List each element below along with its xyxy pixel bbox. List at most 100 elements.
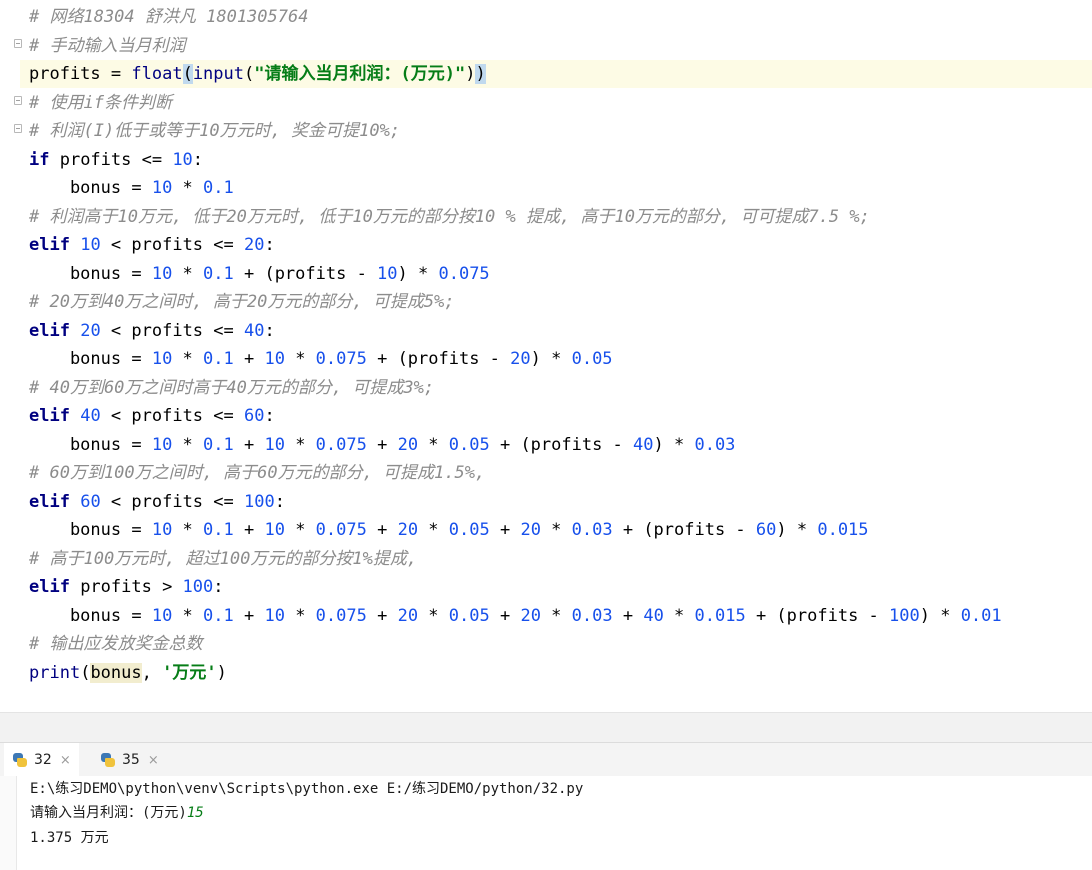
code-token: 100 — [182, 577, 214, 597]
code-token: * — [418, 605, 449, 626]
code-line-text: # 40万到60万之间时高于40万元的部分, 可提成3%; — [29, 374, 434, 402]
code-token: < profits <= — [100, 406, 244, 426]
console-prompt-line: 请输入当月利润：(万元)15 — [30, 801, 204, 825]
code-line-text: bonus = 10 * 0.1 + 10 * 0.075 + 20 * 0.0… — [29, 516, 869, 544]
code-token: 20 — [520, 520, 541, 540]
code-line[interactable]: # 输出应发放奖金总数 — [20, 630, 1092, 658]
run-tool-window-tabs: 32 × 35 × — [0, 742, 1092, 779]
code-token: ) * — [397, 263, 439, 284]
code-token: : — [264, 320, 275, 341]
python-file-icon — [100, 752, 116, 768]
run-console[interactable]: E:\练习DEMO\python\venv\Scripts\python.exe… — [0, 776, 1092, 870]
code-line[interactable]: bonus = 10 * 0.1 + 10 * 0.075 + 20 * 0.0… — [20, 431, 1092, 459]
code-token: elif — [29, 491, 70, 512]
code-token: # 手动输入当月利润 — [29, 35, 186, 56]
console-gutter — [0, 776, 17, 870]
code-token: 0.03 — [571, 605, 613, 626]
code-line[interactable]: # 60万到100万之间时, 高于60万元的部分, 可提成1.5%, — [20, 459, 1092, 487]
code-token: 0.05 — [448, 520, 490, 540]
code-token: bonus = — [29, 520, 152, 540]
code-token: * — [284, 349, 316, 369]
code-token: bonus = — [29, 349, 152, 369]
code-line-text: # 手动输入当月利润 — [29, 32, 185, 60]
code-token: 40 — [643, 605, 664, 626]
code-line[interactable]: bonus = 10 * 0.1 + (profits - 10) * 0.07… — [20, 260, 1092, 288]
code-line[interactable]: # 40万到60万之间时高于40万元的部分, 可提成3%; — [20, 374, 1092, 402]
code-token: 40 — [243, 320, 265, 341]
code-token: 10 — [264, 434, 285, 455]
run-tab-35[interactable]: 35 × — [92, 743, 167, 777]
code-token: * — [172, 605, 204, 626]
code-line[interactable]: # 利润(I)低于或等于10万元时, 奖金可提10%; — [20, 117, 1092, 145]
code-line[interactable]: elif 20 < profits <= 40: — [20, 317, 1092, 345]
code-token: # 40万到60万之间时高于40万元的部分, 可提成3%; — [29, 377, 435, 398]
code-token: : — [264, 406, 275, 426]
code-line[interactable]: # 网络18304 舒洪凡 1801305764 — [20, 3, 1092, 31]
code-token: 0.1 — [203, 178, 234, 198]
code-line[interactable]: profits = float(input("请输入当月利润：(万元)")) — [20, 60, 1092, 88]
code-line[interactable]: bonus = 10 * 0.1 + 10 * 0.075 + (profits… — [20, 345, 1092, 373]
code-line[interactable]: # 高于100万元时, 超过100万元的部分按1%提成, — [20, 545, 1092, 573]
code-token: 0.03 — [694, 434, 736, 455]
code-line-text: # 20万到40万之间时, 高于20万元的部分, 可提成5%; — [29, 288, 455, 316]
code-token: "请输入当月利润：(万元)" — [254, 64, 466, 84]
code-token: # 60万到100万之间时, 高于60万元的部分, 可提成1.5%, — [29, 463, 486, 483]
code-line[interactable]: bonus = 10 * 0.1 + 10 * 0.075 + 20 * 0.0… — [20, 602, 1092, 630]
code-editor[interactable]: # 网络18304 舒洪凡 1801305764 # 手动输入当月利润 profit… — [0, 0, 1092, 712]
code-token: + — [366, 434, 398, 455]
code-token: * — [284, 605, 316, 626]
code-line-text: # 60万到100万之间时, 高于60万元的部分, 可提成1.5%, — [29, 459, 485, 487]
code-token: + — [366, 605, 398, 626]
code-line[interactable]: bonus = 10 * 0.1 — [20, 174, 1092, 202]
code-line[interactable]: print(bonus, '万元') — [20, 659, 1092, 687]
code-line[interactable]: elif 10 < profits <= 20: — [20, 231, 1092, 259]
code-token: ) — [216, 662, 227, 683]
code-token: ) — [475, 64, 486, 84]
code-token: # 利润(I)低于或等于10万元时, 奖金可提10%; — [29, 121, 401, 141]
code-token: 10 — [151, 520, 173, 540]
code-line-text: elif 40 < profits <= 60: — [29, 402, 275, 430]
code-line[interactable]: # 利润高于10万元, 低于20万元时, 低于10万元的部分按10 % 提成, … — [20, 203, 1092, 231]
code-token: 10 — [377, 263, 398, 284]
code-line[interactable]: if profits <= 10: — [20, 146, 1092, 174]
close-icon[interactable]: × — [148, 753, 159, 768]
code-token: profits — [29, 64, 101, 84]
code-line-text: bonus = 10 * 0.1 + 10 * 0.075 + (profits… — [29, 345, 613, 373]
code-token: 20 — [397, 520, 419, 540]
code-line-text: if profits <= 10: — [29, 146, 203, 174]
code-token: ) * — [530, 349, 572, 369]
code-token: 0.1 — [203, 434, 234, 455]
code-line[interactable]: elif 60 < profits <= 100: — [20, 488, 1092, 516]
console-command-line: E:\练习DEMO\python\venv\Scripts\python.exe… — [30, 781, 584, 797]
code-token: * — [663, 605, 695, 626]
code-token: 0.015 — [817, 520, 869, 540]
code-line[interactable]: # 使用if条件判断 — [20, 89, 1092, 117]
code-token: 40 — [80, 406, 101, 426]
code-line[interactable]: # 20万到40万之间时, 高于20万元的部分, 可提成5%; — [20, 288, 1092, 316]
editor-gutter — [0, 0, 22, 712]
code-line-text: # 利润高于10万元, 低于20万元时, 低于10万元的部分按10 % 提成, … — [29, 203, 870, 231]
code-line[interactable]: elif 40 < profits <= 60: — [20, 402, 1092, 430]
code-token: 10 — [151, 263, 173, 284]
code-line-text: elif 60 < profits <= 100: — [29, 488, 285, 516]
code-token: * — [172, 178, 204, 198]
code-line-text: elif 20 < profits <= 40: — [29, 317, 275, 345]
code-token: , — [141, 662, 163, 683]
code-token: 60 — [243, 406, 265, 426]
code-token: ) * — [776, 520, 818, 540]
code-line[interactable]: elif profits > 100: — [20, 573, 1092, 601]
code-token: 10 — [264, 605, 285, 626]
code-token: bonus = — [29, 434, 152, 455]
run-tab-32[interactable]: 32 × — [4, 743, 79, 779]
code-token: + (profits - — [366, 349, 511, 369]
code-line-text: # 利润(I)低于或等于10万元时, 奖金可提10%; — [29, 117, 400, 145]
code-token: 0.015 — [694, 605, 746, 626]
console-result-line: 1.375 万元 — [30, 830, 109, 846]
code-token: + — [366, 520, 398, 540]
close-icon[interactable]: × — [60, 753, 71, 768]
code-token: ) * — [653, 434, 695, 455]
code-line[interactable]: bonus = 10 * 0.1 + 10 * 0.075 + 20 * 0.0… — [20, 516, 1092, 544]
code-line[interactable]: # 手动输入当月利润 — [20, 32, 1092, 60]
code-token: 0.1 — [203, 263, 234, 284]
